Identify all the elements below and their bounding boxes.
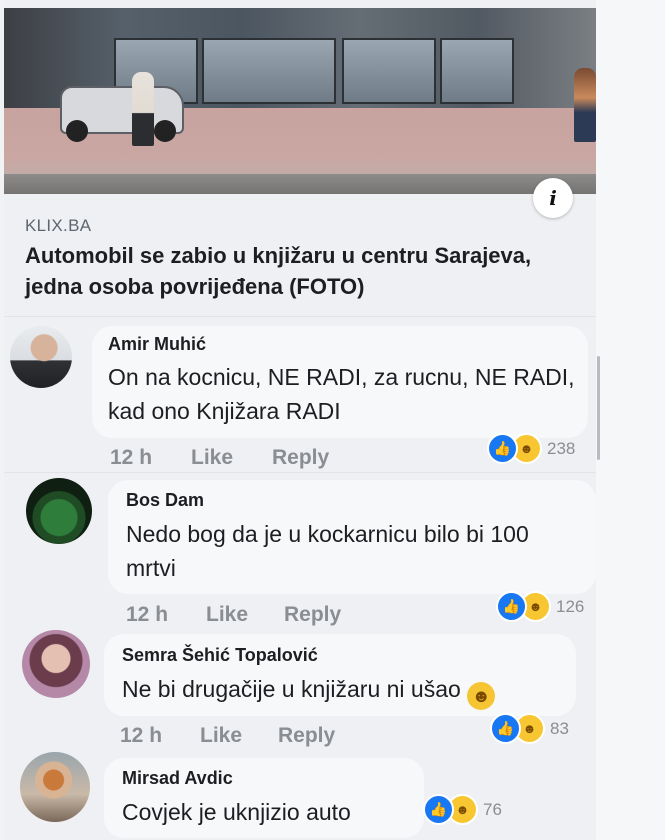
reaction-summary[interactable]: 👍 ☻ 76: [423, 794, 502, 825]
divider: [4, 316, 596, 317]
pedestrian: [574, 68, 596, 142]
avatar[interactable]: [26, 478, 92, 544]
avatar[interactable]: [10, 326, 72, 388]
comment-author[interactable]: Amir Muhić: [108, 334, 206, 355]
shop-window: [202, 38, 336, 104]
comment-author[interactable]: Semra Šehić Topalović: [122, 645, 318, 666]
reaction-count: 238: [547, 438, 576, 458]
reaction-count: 83: [550, 718, 569, 738]
curb: [4, 174, 596, 194]
reaction-count: 126: [556, 596, 585, 616]
shop-window: [440, 38, 514, 104]
background-strip: [596, 0, 665, 840]
like-button[interactable]: Like: [191, 446, 233, 470]
reply-button[interactable]: Reply: [278, 724, 335, 748]
like-reaction-icon: 👍: [423, 794, 454, 825]
reaction-count: 76: [483, 799, 502, 819]
reply-button[interactable]: Reply: [284, 603, 341, 627]
comment-author[interactable]: Mirsad Avdic: [122, 768, 233, 789]
avatar[interactable]: [20, 752, 90, 822]
car-wheel: [154, 120, 176, 142]
comment-timestamp[interactable]: 12 h: [110, 446, 152, 470]
info-icon[interactable]: i: [533, 178, 573, 218]
scrollbar[interactable]: [597, 356, 600, 460]
comment-text-content: Ne bi drugačije u knjižaru ni ušao: [122, 676, 461, 702]
pedestrian: [132, 72, 154, 146]
car-wheel: [66, 120, 88, 142]
link-headline[interactable]: Automobil se zabio u knjižaru u centru S…: [25, 240, 565, 302]
like-reaction-icon: 👍: [487, 433, 518, 464]
link-source: KLIX.BA: [25, 216, 92, 235]
like-reaction-icon: 👍: [490, 713, 521, 744]
comment-text: Covjek je uknjizio auto: [122, 799, 351, 825]
reaction-summary[interactable]: 👍 ☻ 126: [496, 591, 584, 622]
comment-timestamp[interactable]: 12 h: [126, 603, 168, 627]
comment-text: On na kocnicu, NE RADI, za rucnu, NE RAD…: [108, 364, 575, 424]
reaction-summary[interactable]: 👍 ☻ 238: [487, 433, 575, 464]
divider: [4, 472, 596, 473]
grinning-sweat-emoji-icon: ☻: [467, 682, 496, 710]
like-button[interactable]: Like: [200, 724, 242, 748]
shop-window: [342, 38, 436, 104]
comment-text: Nedo bog da je u kockarnicu bilo bi 100 …: [126, 521, 529, 581]
comment-timestamp[interactable]: 12 h: [120, 724, 162, 748]
like-button[interactable]: Like: [206, 603, 248, 627]
reply-button[interactable]: Reply: [272, 446, 329, 470]
like-reaction-icon: 👍: [496, 591, 527, 622]
article-photo[interactable]: [4, 8, 596, 194]
reaction-summary[interactable]: 👍 ☻ 83: [490, 713, 569, 744]
facebook-post: i KLIX.BA Automobil se zabio u knjižaru …: [4, 0, 596, 840]
comment-author[interactable]: Bos Dam: [126, 490, 204, 511]
avatar[interactable]: [22, 630, 90, 698]
comment-text: Ne bi drugačije u knjižaru ni ušao ☻: [122, 672, 572, 710]
